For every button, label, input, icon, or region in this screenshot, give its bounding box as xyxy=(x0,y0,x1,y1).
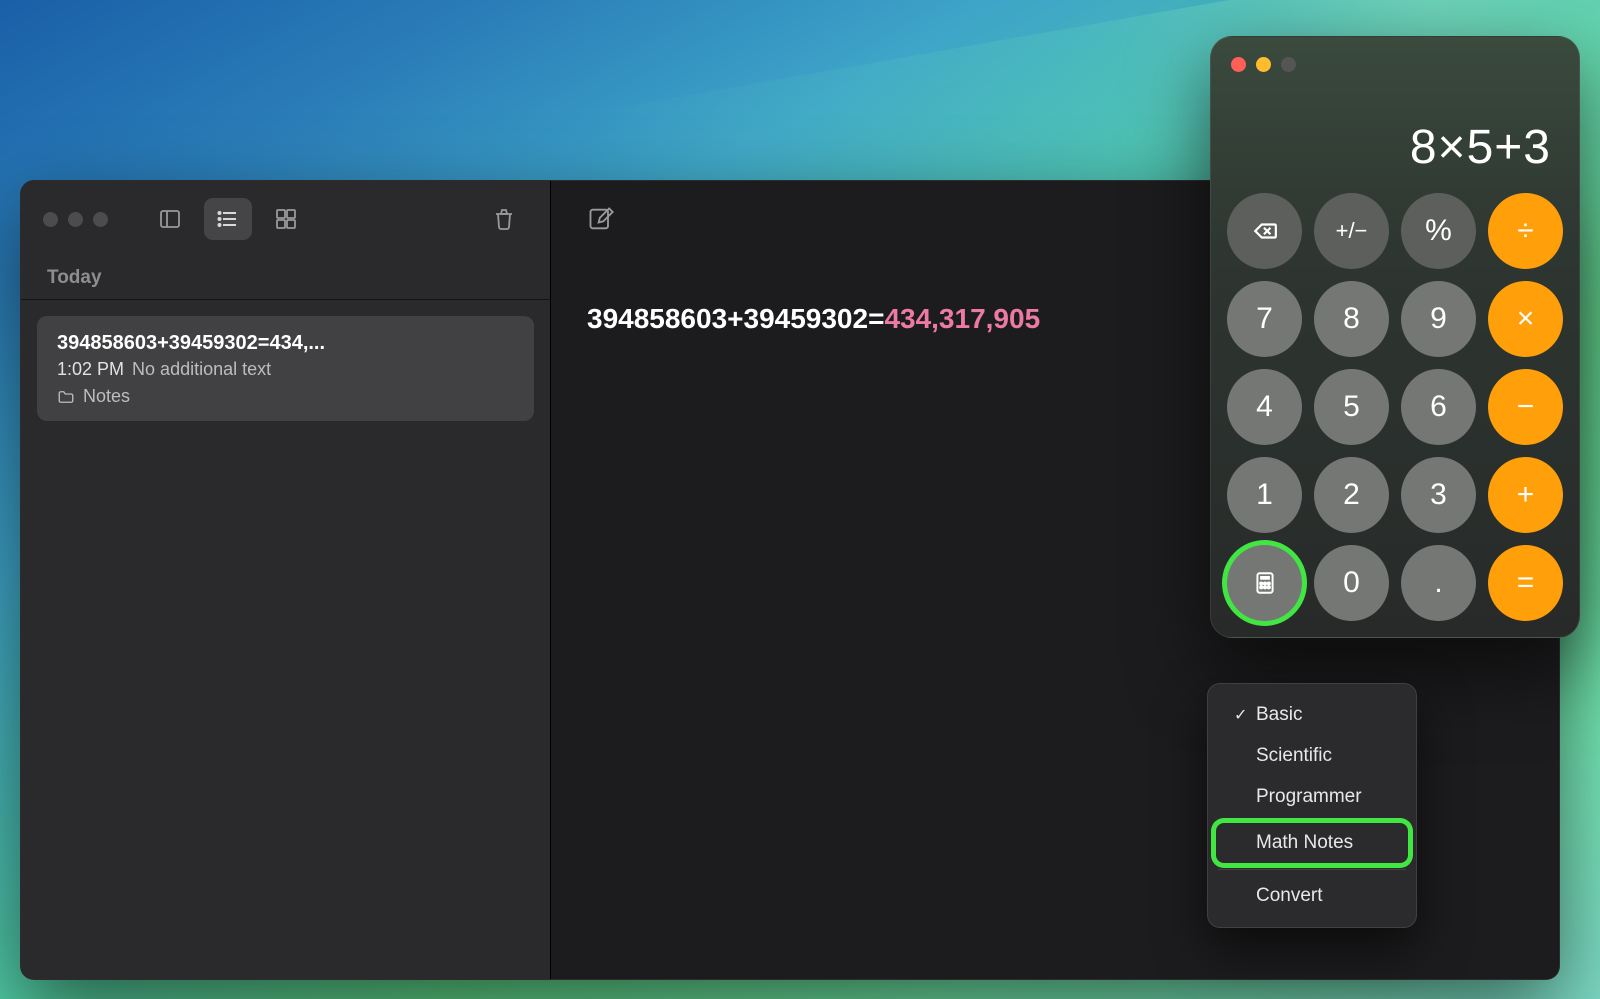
notes-sidebar-toolbar xyxy=(21,181,550,257)
menu-item-math-notes[interactable]: Math Notes xyxy=(1216,823,1408,863)
menu-label: Programmer xyxy=(1256,786,1362,808)
notes-section-header: Today xyxy=(21,257,550,300)
multiply-key[interactable]: × xyxy=(1488,281,1563,357)
note-summary: No additional text xyxy=(132,359,271,379)
divide-key[interactable]: ÷ xyxy=(1488,193,1563,269)
equation-expression: 394858603+39459302= xyxy=(587,303,884,334)
gallery-view-button[interactable] xyxy=(262,198,310,240)
menu-label: Convert xyxy=(1256,885,1323,907)
calculator-keypad: +/− % ÷ 7 8 9 × 4 5 6 − 1 2 3 + 0 . = xyxy=(1227,193,1563,621)
minimize-icon[interactable] xyxy=(1256,57,1271,72)
menu-item-convert[interactable]: Convert xyxy=(1216,876,1408,916)
menu-separator xyxy=(1218,869,1406,870)
notes-sidebar: Today 394858603+39459302=434,... 1:02 PM… xyxy=(21,181,551,979)
calculator-icon xyxy=(1252,570,1278,596)
key-3[interactable]: 3 xyxy=(1401,457,1476,533)
note-subtitle: 1:02 PM No additional text xyxy=(57,359,514,380)
close-icon[interactable] xyxy=(43,212,58,227)
key-2[interactable]: 2 xyxy=(1314,457,1389,533)
note-folder-label: Notes xyxy=(57,386,514,407)
desktop-wallpaper: Today 394858603+39459302=434,... 1:02 PM… xyxy=(0,0,1600,999)
calculator-app-window: 8×5+3 +/− % ÷ 7 8 9 × 4 5 6 − 1 2 3 + 0 … xyxy=(1210,36,1580,638)
maximize-icon[interactable] xyxy=(93,212,108,227)
menu-item-programmer[interactable]: Programmer xyxy=(1216,777,1408,817)
menu-label: Basic xyxy=(1256,704,1302,726)
delete-note-button[interactable] xyxy=(480,198,528,240)
menu-label: Scientific xyxy=(1256,745,1332,767)
new-note-button[interactable] xyxy=(587,205,615,233)
calculator-display: 8×5+3 xyxy=(1227,72,1563,193)
window-controls xyxy=(43,212,108,227)
list-view-button[interactable] xyxy=(204,198,252,240)
add-key[interactable]: + xyxy=(1488,457,1563,533)
note-list-item[interactable]: 394858603+39459302=434,... 1:02 PM No add… xyxy=(37,316,534,421)
subtract-key[interactable]: − xyxy=(1488,369,1563,445)
calculator-mode-menu: ✓ Basic Scientific Programmer Math Notes… xyxy=(1207,683,1417,928)
minimize-icon[interactable] xyxy=(68,212,83,227)
window-controls xyxy=(1231,57,1559,72)
menu-label: Math Notes xyxy=(1256,832,1353,854)
key-6[interactable]: 6 xyxy=(1401,369,1476,445)
key-9[interactable]: 9 xyxy=(1401,281,1476,357)
close-icon[interactable] xyxy=(1231,57,1246,72)
key-5[interactable]: 5 xyxy=(1314,369,1389,445)
note-time: 1:02 PM xyxy=(57,359,124,379)
backspace-key[interactable] xyxy=(1227,193,1302,269)
equation-result: 434,317,905 xyxy=(884,303,1040,334)
folder-icon xyxy=(57,388,75,406)
note-folder-name: Notes xyxy=(83,386,130,407)
menu-item-basic[interactable]: ✓ Basic xyxy=(1216,695,1408,735)
equals-key[interactable]: = xyxy=(1488,545,1563,621)
key-8[interactable]: 8 xyxy=(1314,281,1389,357)
sign-key[interactable]: +/− xyxy=(1314,193,1389,269)
key-0[interactable]: 0 xyxy=(1314,545,1389,621)
sidebar-toggle-button[interactable] xyxy=(146,198,194,240)
key-1[interactable]: 1 xyxy=(1227,457,1302,533)
key-7[interactable]: 7 xyxy=(1227,281,1302,357)
note-title: 394858603+39459302=434,... xyxy=(57,332,514,355)
decimal-key[interactable]: . xyxy=(1401,545,1476,621)
notes-list: 394858603+39459302=434,... 1:02 PM No add… xyxy=(21,300,550,437)
check-icon: ✓ xyxy=(1234,705,1256,725)
maximize-icon[interactable] xyxy=(1281,57,1296,72)
menu-item-scientific[interactable]: Scientific xyxy=(1216,736,1408,776)
key-4[interactable]: 4 xyxy=(1227,369,1302,445)
calculator-mode-button[interactable] xyxy=(1227,545,1302,621)
percent-key[interactable]: % xyxy=(1401,193,1476,269)
